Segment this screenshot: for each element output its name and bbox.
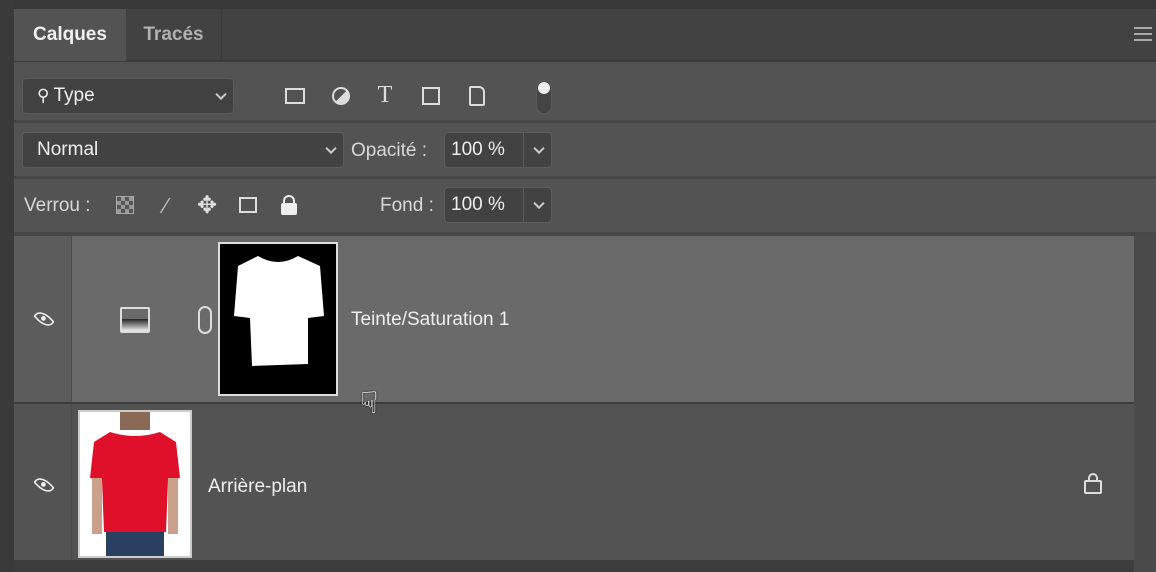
type-filter-icon[interactable]: T <box>372 82 398 108</box>
blend-row: Normal Opacité : 100 % <box>14 123 1156 176</box>
panel-menu-icon[interactable] <box>1134 27 1152 41</box>
opacity-label: Opacité : <box>351 140 428 161</box>
adjustment-filter-icon[interactable] <box>328 84 354 108</box>
visibility-column <box>14 236 72 402</box>
layer-row-arriere-plan[interactable]: Arrière-plan <box>14 404 1134 560</box>
scrollbar-track[interactable] <box>1134 236 1156 572</box>
lock-row: Verrou : ∕ ✥ Fond : 100 % <box>14 179 1156 232</box>
filter-type-select[interactable]: ⚲ Type <box>22 78 234 114</box>
fill-field[interactable]: 100 % <box>444 187 552 223</box>
link-icon[interactable] <box>198 306 212 334</box>
opacity-field[interactable]: 100 % <box>444 132 552 168</box>
top-strip <box>0 0 1156 9</box>
visibility-column <box>14 404 72 560</box>
adjustment-layer-icon <box>120 307 150 333</box>
fill-value: 100 % <box>451 194 505 215</box>
layer-name[interactable]: Arrière-plan <box>208 476 307 498</box>
shape-filter-icon[interactable] <box>418 84 444 108</box>
blend-mode-value: Normal <box>37 139 99 160</box>
tshirt-mask-shape <box>234 256 324 366</box>
lock-position-icon[interactable]: ✥ <box>194 192 220 219</box>
lock-artboard-icon[interactable] <box>236 193 260 217</box>
layer-lock-icon <box>1084 473 1102 494</box>
filter-type-label: Type <box>53 85 95 106</box>
chevron-down-icon <box>325 142 337 155</box>
blend-mode-select[interactable]: Normal <box>22 132 344 168</box>
red-tshirt-photo <box>90 412 180 556</box>
layer-mask-thumbnail[interactable] <box>218 242 338 396</box>
filter-toggle-icon[interactable] <box>536 80 552 114</box>
opacity-chevron-icon[interactable] <box>533 142 545 155</box>
filter-row: ⚲ Type T <box>14 62 1156 120</box>
search-icon: ⚲ <box>37 86 50 105</box>
layer-thumbnail[interactable] <box>78 410 192 558</box>
opacity-value: 100 % <box>451 139 505 160</box>
layer-name[interactable]: Teinte/Saturation 1 <box>351 309 509 331</box>
lock-label: Verrou : <box>24 195 91 216</box>
panel-tab-bar: Calques Tracés <box>14 9 1156 61</box>
hand-cursor-icon: ☟ <box>360 387 379 420</box>
fill-chevron-icon[interactable] <box>533 197 545 210</box>
tab-calques[interactable]: Calques <box>14 9 126 61</box>
lock-paint-icon[interactable]: ∕ <box>154 193 178 219</box>
left-strip <box>0 0 14 572</box>
eye-icon[interactable] <box>33 474 55 496</box>
lock-all-icon[interactable] <box>278 192 300 218</box>
tab-traces[interactable]: Tracés <box>126 9 222 61</box>
smart-object-filter-icon[interactable] <box>464 84 490 108</box>
chevron-down-icon <box>215 88 227 101</box>
lock-transparent-icon[interactable] <box>114 193 136 217</box>
layer-row-teinte-saturation[interactable]: Teinte/Saturation 1 <box>14 236 1134 402</box>
image-filter-icon[interactable] <box>282 84 308 108</box>
fill-label: Fond : <box>380 195 434 216</box>
eye-icon[interactable] <box>33 308 55 330</box>
